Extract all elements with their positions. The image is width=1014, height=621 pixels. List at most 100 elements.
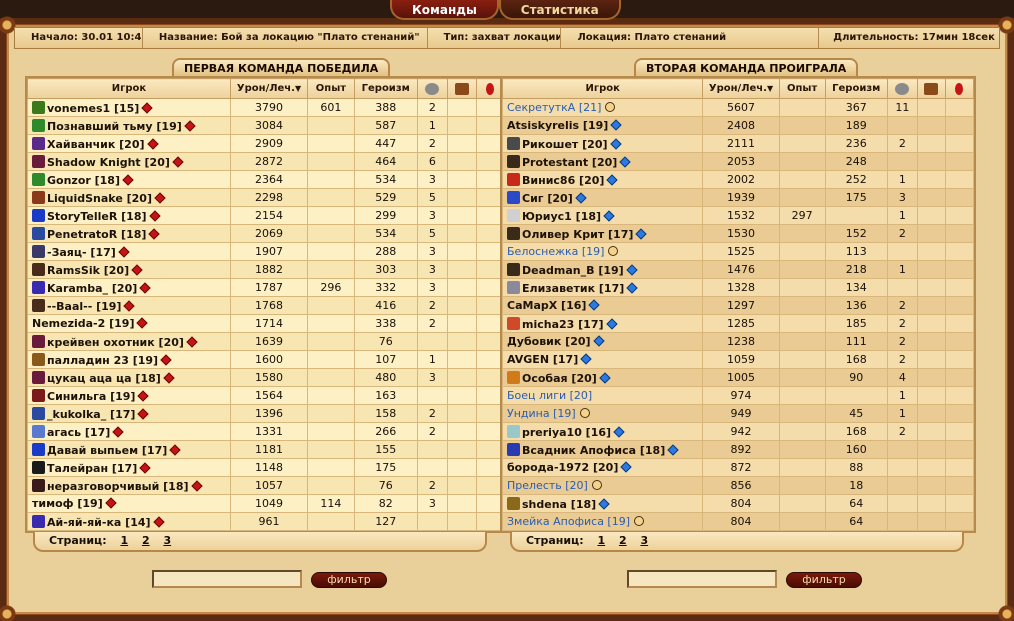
player-name-link[interactable]: Deadman_B [19] [522, 264, 624, 277]
col-exp[interactable]: Опыт [778, 78, 826, 99]
alignment-red-icon [163, 371, 175, 384]
player-cell: _kukolka_ [17] [27, 404, 231, 423]
player-name-link[interactable]: Боец лиги [20] [507, 389, 592, 402]
player-name-link[interactable]: Познавший тьму [19] [47, 120, 182, 133]
kills-cell: 3 [886, 188, 918, 207]
player-name-link[interactable]: Белоснежка [19] [507, 245, 604, 258]
col-kills[interactable] [886, 78, 918, 99]
col-heroism[interactable]: Героизм [353, 78, 418, 99]
col-damage[interactable]: Урон/Леч.▼ [229, 78, 309, 99]
page-link-1[interactable]: 1 [597, 534, 605, 547]
chest-cell [916, 458, 946, 477]
player-name-link[interactable]: Елизаветик [17] [522, 282, 624, 295]
player-name-link[interactable]: тимоф [19] [32, 497, 103, 510]
info-start: Начало: 30.01 10:47 [15, 28, 143, 48]
player-name-link[interactable]: LiquidSnake [20] [47, 192, 152, 205]
blood-cell [944, 296, 975, 315]
heroism-cell: 175 [353, 458, 418, 477]
player-name-link[interactable]: Protestant [20] [522, 156, 617, 169]
player-name-link[interactable]: Karamba_ [20] [47, 282, 137, 295]
player-name-link[interactable]: preriya10 [16] [522, 426, 611, 439]
col-heroism[interactable]: Героизм [824, 78, 888, 99]
player-name-link[interactable]: Сиг [20] [522, 192, 573, 205]
player-name-link[interactable]: Nemezida-2 [19] [32, 317, 134, 330]
player-name-link[interactable]: Всадник Апофиса [18] [522, 444, 665, 457]
col-exp[interactable]: Опыт [307, 78, 355, 99]
page-link-2[interactable]: 2 [619, 534, 627, 547]
player-name-link[interactable]: PenetratoR [18] [47, 228, 146, 241]
kills-cell: 2 [416, 404, 449, 423]
player-name-link[interactable]: Юриус1 [18] [522, 210, 601, 223]
tab-teams[interactable]: Команды [390, 0, 499, 20]
player-name-link[interactable]: Прелесть [20] [507, 479, 588, 492]
player-name-link[interactable]: цукац ацa ца [18] [47, 372, 161, 385]
col-chest[interactable] [447, 78, 477, 99]
player-name-link[interactable]: _kukolka_ [17] [47, 408, 135, 421]
player-name-link[interactable]: палладин 23 [19] [47, 354, 158, 367]
player-name-link[interactable]: shdena [18] [522, 498, 596, 511]
table-row: PenetratoR [18] 2069 534 5 [27, 224, 506, 243]
player-name-link[interactable]: крейвен охотник [20] [47, 336, 184, 349]
player-name-link[interactable]: Давай выпьем [17] [47, 444, 167, 457]
winning-team-filter-input[interactable] [152, 570, 302, 588]
battle-info-bar: Начало: 30.01 10:47 Название: Бой за лок… [14, 27, 1000, 49]
player-name-link[interactable]: Винис86 [20] [522, 174, 604, 187]
player-name-link[interactable]: Ундина [19] [507, 407, 576, 420]
player-name-link[interactable]: RamsSik [20] [47, 264, 129, 277]
player-cell: Змейка Апофиса [19] [501, 512, 704, 531]
player-name-link[interactable]: Shadow Knight [20] [47, 156, 170, 169]
player-name-link[interactable]: Хайванчик [20] [47, 138, 145, 151]
col-player[interactable]: Игрок [27, 78, 231, 99]
blood-drop-icon [955, 82, 964, 95]
heroism-cell: 288 [353, 242, 418, 261]
player-name-link[interactable]: micha23 [17] [522, 318, 604, 331]
page-link-3[interactable]: 3 [640, 534, 648, 547]
table-row: неразговорчивый [18] 1057 76 2 [27, 476, 506, 495]
chest-cell [447, 188, 477, 207]
player-name-link[interactable]: Особая [20] [522, 372, 597, 385]
losing-team-filter-input[interactable] [627, 570, 777, 588]
player-name-link[interactable]: Змейка Апофиса [19] [507, 515, 630, 528]
player-name-link[interactable]: СекретуткА [21] [507, 101, 601, 114]
tab-statistics[interactable]: Статистика [498, 0, 621, 20]
player-name-link[interactable]: Оливер Крит [17] [522, 228, 633, 241]
page-link-3[interactable]: 3 [163, 534, 171, 547]
player-name-link[interactable]: агась [17] [47, 426, 110, 439]
col-kills[interactable] [416, 78, 449, 99]
kills-cell: 5 [416, 188, 449, 207]
heroism-cell: 155 [353, 440, 418, 459]
kills-cell: 1 [886, 386, 918, 405]
col-damage[interactable]: Урон/Леч.▼ [702, 78, 780, 99]
player-name-link[interactable]: неразговорчивый [18] [47, 480, 189, 493]
col-chest[interactable] [916, 78, 946, 99]
damage-cell: 1181 [229, 440, 309, 459]
player-name-link[interactable]: борода-1972 [20] [507, 461, 618, 474]
losing-team-filter-button[interactable]: фильтр [786, 572, 862, 588]
winning-team-filter-button[interactable]: фильтр [311, 572, 387, 588]
exp-cell [778, 332, 826, 351]
col-player[interactable]: Игрок [501, 78, 704, 99]
player-name-link[interactable]: Синильга [19] [47, 390, 135, 403]
player-name-link[interactable]: Ай-яй-яй-ка [14] [47, 516, 151, 529]
blood-cell [944, 188, 975, 207]
page-link-2[interactable]: 2 [142, 534, 150, 547]
player-name-link[interactable]: Рикошет [20] [522, 138, 608, 151]
table-row: Дубовик [20] 1238 111 2 [501, 332, 975, 351]
player-name-link[interactable]: CaMapX [16] [507, 299, 586, 312]
player-name-link[interactable]: Gonzor [18] [47, 174, 120, 187]
wolf-clan-icon [32, 100, 45, 114]
losing-team-table: Игрок Урон/Леч.▼ Опыт Героизм СекретуткА… [501, 78, 975, 531]
player-name-link[interactable]: -Заяц- [17] [47, 246, 116, 259]
player-name-link[interactable]: --Baal-- [19] [47, 300, 121, 313]
col-blood[interactable] [944, 78, 975, 99]
page-link-1[interactable]: 1 [120, 534, 128, 547]
player-name-link[interactable]: AVGEN [17] [507, 353, 578, 366]
player-name-link[interactable]: Atsiskyrelis [19] [507, 119, 608, 132]
player-name-link[interactable]: vonemes1 [15] [47, 102, 139, 115]
table-row: палладин 23 [19] 1600 107 1 [27, 350, 506, 369]
player-name-link[interactable]: Талейран [17] [47, 462, 137, 475]
exp-cell [307, 404, 355, 423]
player-name-link[interactable]: Дубовик [20] [507, 335, 591, 348]
player-cell: Atsiskyrelis [19] [501, 116, 704, 135]
player-name-link[interactable]: StoryTelleR [18] [47, 210, 147, 223]
